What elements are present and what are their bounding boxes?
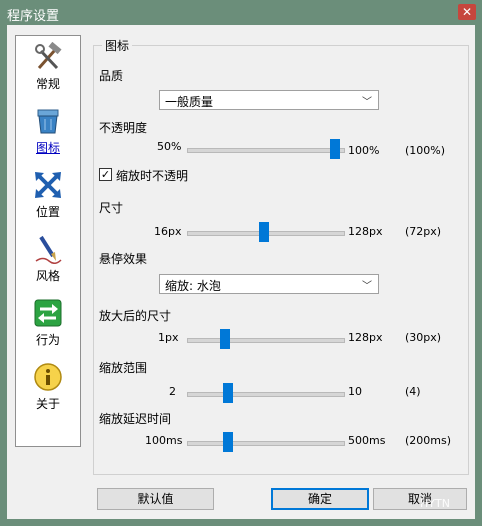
zoom-opaque-label: 缩放时不透明 xyxy=(116,169,189,183)
settings-window: 程序设置 ✕ 常规 图标 位置 风格 行为 关于 图标 品质 一般质量 ﹀ 不透… xyxy=(0,0,482,526)
zoom-range-current: (4) xyxy=(405,385,421,398)
hover-effect-value: 缩放: 水泡 xyxy=(165,279,221,293)
size-slider-thumb[interactable] xyxy=(259,222,269,242)
enlarged-size-label: 放大后的尺寸 xyxy=(99,309,172,323)
opacity-min: 50% xyxy=(157,140,182,153)
ok-button[interactable]: 确定 xyxy=(271,488,369,510)
dialog-client: 常规 图标 位置 风格 行为 关于 图标 品质 一般质量 ﹀ 不透明度 50% … xyxy=(7,25,475,519)
info-icon xyxy=(34,363,62,391)
pen-icon xyxy=(35,235,62,264)
opacity-label: 不透明度 xyxy=(99,121,148,135)
zoom-delay-min: 100ms xyxy=(145,434,183,447)
sidebar-item-general[interactable]: 常规 xyxy=(16,42,80,92)
sidebar-item-about[interactable]: 关于 xyxy=(16,362,80,412)
close-button[interactable]: ✕ xyxy=(458,4,476,20)
zoom-delay-slider-thumb[interactable] xyxy=(223,432,233,452)
chevron-down-icon: ﹀ xyxy=(362,281,372,292)
enlarged-size-current: (30px) xyxy=(405,331,442,344)
zoom-delay-max: 500ms xyxy=(348,434,386,447)
group-title: 图标 xyxy=(102,37,133,54)
sidebar-item-label: 图标 xyxy=(35,141,60,155)
sidebar-item-style[interactable]: 风格 xyxy=(16,234,80,284)
enlarged-size-min: 1px xyxy=(158,331,179,344)
quality-label: 品质 xyxy=(99,69,124,83)
title-bar[interactable]: 程序设置 ✕ xyxy=(0,0,482,25)
tools-icon xyxy=(35,42,62,70)
size-current: (72px) xyxy=(405,225,442,238)
sidebar-item-icon[interactable]: 图标 xyxy=(16,106,80,156)
move-arrows-icon xyxy=(35,172,61,198)
hover-effect-select[interactable]: 缩放: 水泡 ﹀ xyxy=(159,274,379,294)
opacity-slider-track[interactable] xyxy=(187,148,345,153)
sidebar-item-behavior[interactable]: 行为 xyxy=(16,298,80,348)
size-min: 16px xyxy=(154,225,182,238)
sidebar-item-label: 关于 xyxy=(35,397,60,411)
enlarged-size-max: 128px xyxy=(348,331,383,344)
enlarged-size-slider-thumb[interactable] xyxy=(220,329,230,349)
watermark: HYTN xyxy=(420,497,450,510)
zoom-range-max: 10 xyxy=(348,385,362,398)
opacity-slider-thumb[interactable] xyxy=(330,139,340,159)
sidebar-item-label: 风格 xyxy=(35,269,60,283)
sidebar-item-label: 行为 xyxy=(35,333,60,347)
size-max: 128px xyxy=(348,225,383,238)
zoom-delay-current: (200ms) xyxy=(405,434,452,447)
zoom-delay-label: 缩放延迟时间 xyxy=(99,412,172,426)
quality-select[interactable]: 一般质量 ﹀ xyxy=(159,90,379,110)
recycle-bin-icon xyxy=(37,109,59,134)
sidebar-item-label: 位置 xyxy=(35,205,60,219)
zoom-range-label: 缩放范围 xyxy=(99,361,148,375)
size-label: 尺寸 xyxy=(99,201,124,215)
zoom-delay-slider-track[interactable] xyxy=(187,441,345,446)
zoom-opaque-checkbox[interactable]: ✓ xyxy=(99,168,112,181)
sidebar-item-position[interactable]: 位置 xyxy=(16,170,80,220)
window-title: 程序设置 xyxy=(7,9,60,24)
sidebar: 常规 图标 位置 风格 行为 关于 xyxy=(15,35,81,447)
default-values-button[interactable]: 默认值 xyxy=(97,488,214,510)
zoom-range-slider-track[interactable] xyxy=(187,392,345,397)
hover-effect-label: 悬停效果 xyxy=(99,252,148,266)
zoom-range-min: 2 xyxy=(169,385,176,398)
opacity-current: (100%) xyxy=(405,144,446,157)
switch-arrows-icon xyxy=(34,299,62,327)
opacity-max: 100% xyxy=(348,144,380,157)
chevron-down-icon: ﹀ xyxy=(362,97,372,108)
quality-value: 一般质量 xyxy=(165,95,214,109)
enlarged-size-slider-track[interactable] xyxy=(187,338,345,343)
sidebar-item-label: 常规 xyxy=(35,77,60,91)
zoom-range-slider-thumb[interactable] xyxy=(223,383,233,403)
